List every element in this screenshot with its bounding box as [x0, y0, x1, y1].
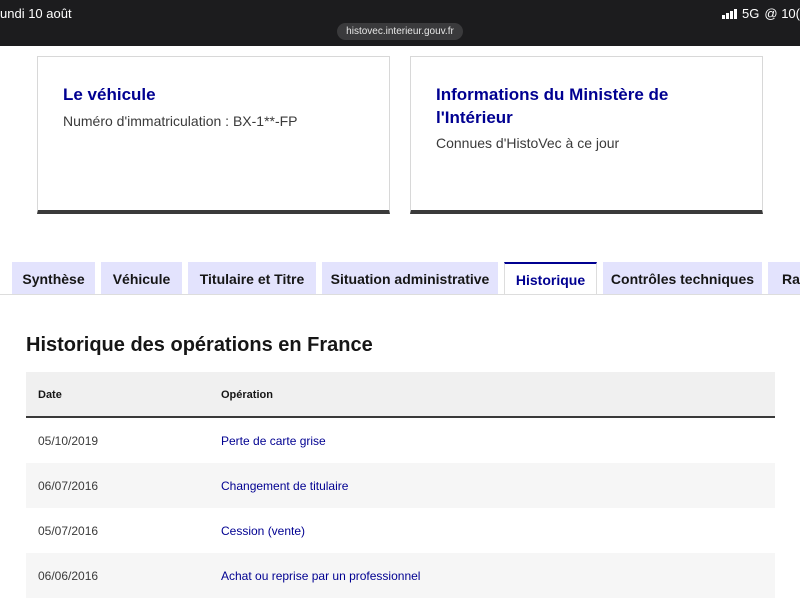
row-date: 05/07/2016	[38, 524, 99, 538]
table-row: 05/07/2016 Cession (vente)	[26, 508, 775, 553]
ministry-card-title: Informations du Ministère de l'Intérieur	[436, 85, 669, 127]
section-title: Historique des opérations en France	[26, 334, 373, 356]
table-row: 05/10/2019 Perte de carte grise	[26, 418, 775, 463]
row-operation: Cession (vente)	[221, 524, 306, 538]
tab-bar: Synthèse Véhicule Titulaire et Titre Sit…	[0, 262, 800, 296]
ministry-card: Informations du Ministère de l'Intérieur…	[410, 56, 763, 214]
table-header: Date Opération	[26, 372, 775, 418]
row-operation: Achat ou reprise par un professionnel	[221, 569, 421, 583]
tab-rapport[interactable]: Ra	[768, 262, 800, 295]
address-bar[interactable]: histovec.interieur.gouv.fr	[337, 23, 463, 40]
vehicle-card: Le véhicule Numéro d'immatriculation : B…	[37, 56, 390, 214]
status-bar: undi 10 août 5G @ 10( histovec.interieur…	[0, 0, 800, 46]
table-row: 06/07/2016 Changement de titulaire	[26, 463, 775, 508]
network-label: 5G	[742, 6, 760, 21]
ministry-card-subtitle: Connues d'HistoVec à ce jour	[436, 135, 620, 151]
row-date: 06/07/2016	[38, 479, 99, 493]
status-indicators: 5G @ 10(	[722, 6, 800, 21]
signal-icon	[722, 8, 738, 19]
column-header-operation: Opération	[221, 389, 273, 401]
tab-controles-techniques[interactable]: Contrôles techniques	[603, 262, 762, 295]
row-operation: Changement de titulaire	[221, 479, 349, 493]
tab-synthese[interactable]: Synthèse	[12, 262, 95, 295]
registration-number: Numéro d'immatriculation : BX-1**-FP	[63, 113, 298, 129]
column-header-date: Date	[38, 389, 62, 401]
row-date: 05/10/2019	[38, 434, 99, 448]
tab-historique[interactable]: Historique	[504, 262, 597, 296]
tab-titulaire-titre[interactable]: Titulaire et Titre	[188, 262, 316, 295]
vehicle-card-title: Le véhicule	[63, 85, 156, 104]
status-extra: @ 10(	[764, 6, 800, 21]
tab-situation-administrative[interactable]: Situation administrative	[322, 262, 498, 295]
row-operation: Perte de carte grise	[221, 434, 326, 448]
table-row: 06/06/2016 Achat ou reprise par un profe…	[26, 553, 775, 598]
status-date: undi 10 août	[0, 6, 72, 21]
row-date: 06/06/2016	[38, 569, 99, 583]
tab-vehicule[interactable]: Véhicule	[101, 262, 182, 295]
history-table: Date Opération 05/10/2019 Perte de carte…	[26, 372, 775, 598]
